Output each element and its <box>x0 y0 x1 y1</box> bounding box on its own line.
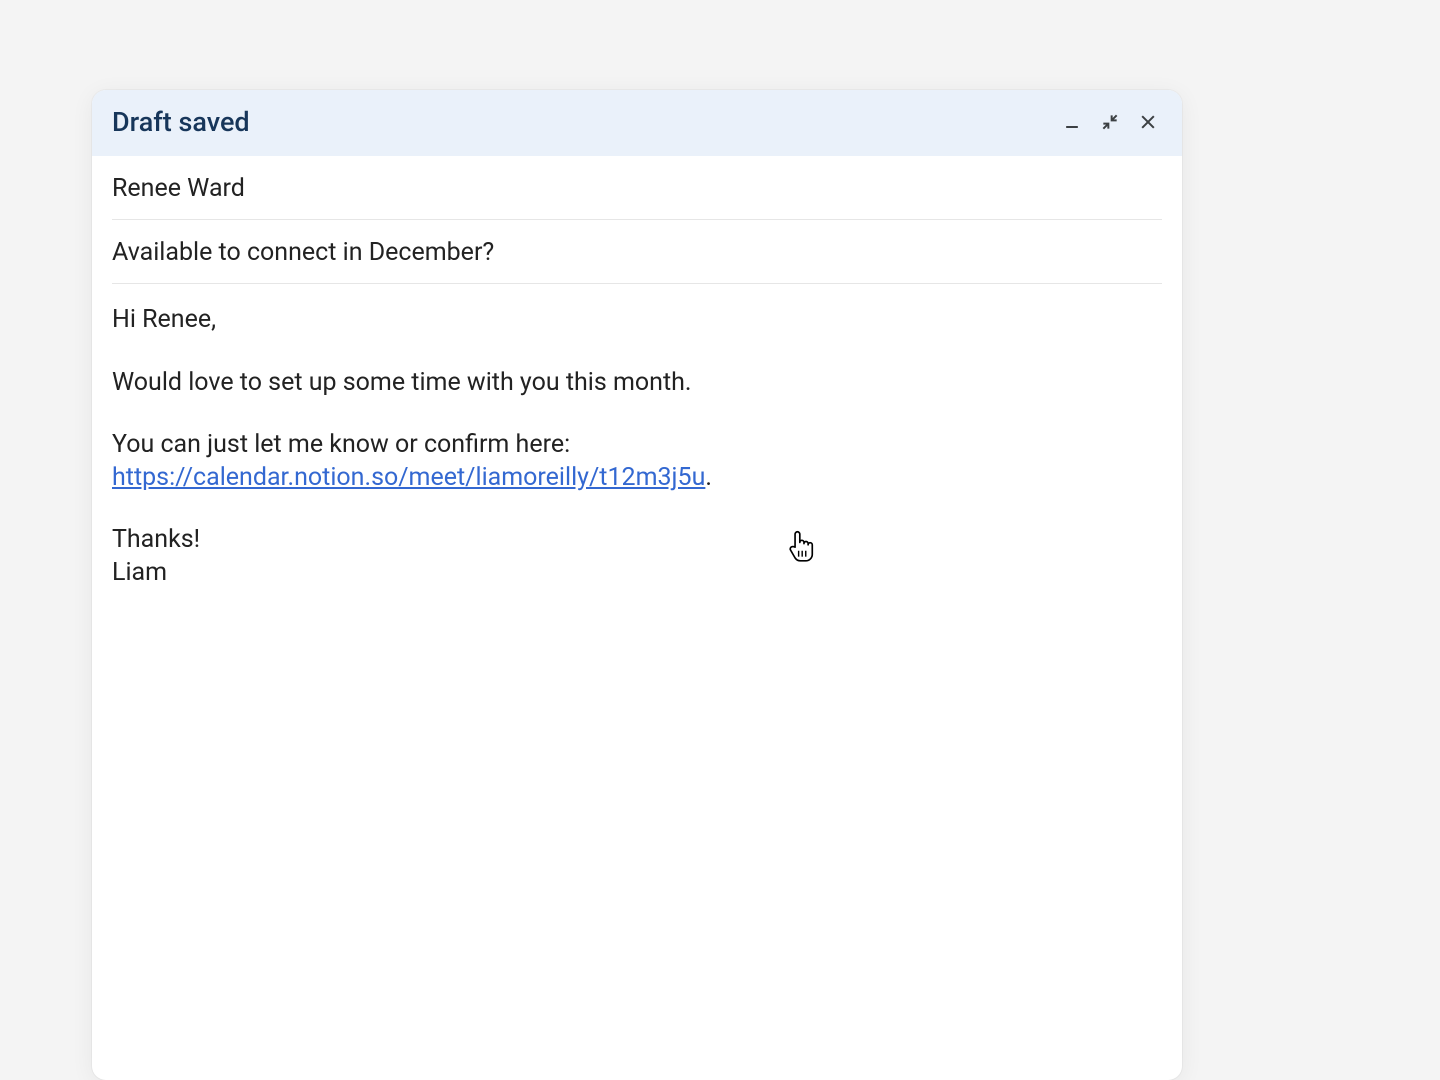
body-line2-prefix: You can just let me know or confirm here… <box>112 430 570 459</box>
compose-fields: Renee Ward Available to connect in Decem… <box>92 156 1182 284</box>
exit-fullscreen-icon <box>1100 112 1120 132</box>
body-greeting: Hi Renee, <box>112 304 1162 337</box>
compose-body[interactable]: Hi Renee, Would love to set up some time… <box>92 284 1182 589</box>
close-button[interactable] <box>1134 108 1162 136</box>
exit-fullscreen-button[interactable] <box>1096 108 1124 136</box>
close-icon <box>1138 112 1158 132</box>
compose-header: Draft saved <box>92 90 1182 156</box>
to-field[interactable]: Renee Ward <box>112 156 1162 220</box>
body-thanks: Thanks! <box>112 524 1162 557</box>
body-line2-suffix: . <box>705 463 712 492</box>
body-closing: Thanks! Liam <box>112 524 1162 589</box>
body-line1: Would love to set up some time with you … <box>112 367 1162 400</box>
minimize-button[interactable] <box>1058 108 1086 136</box>
compose-window: Draft saved <box>92 90 1182 1080</box>
subject-field[interactable]: Available to connect in December? <box>112 220 1162 284</box>
body-signature: Liam <box>112 557 1162 590</box>
minimize-icon <box>1062 112 1082 132</box>
body-line2: You can just let me know or confirm here… <box>112 429 1162 494</box>
window-controls <box>1058 108 1162 136</box>
scheduling-link[interactable]: https://calendar.notion.so/meet/liamorei… <box>112 463 705 492</box>
compose-title: Draft saved <box>112 106 250 138</box>
